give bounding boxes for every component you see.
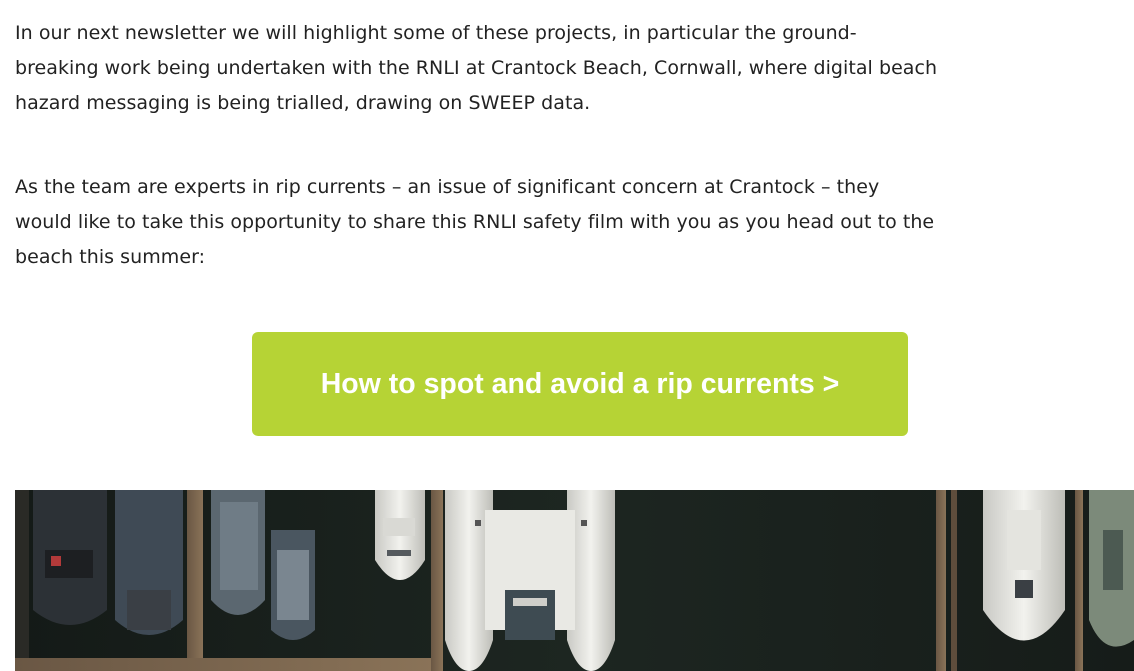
paragraph-line: As the team are experts in rip currents … bbox=[15, 176, 880, 198]
paragraph-line: beach this summer: bbox=[15, 246, 206, 268]
paragraph-line: breaking work being undertaken with the … bbox=[15, 57, 938, 79]
rip-currents-video-button[interactable]: How to spot and avoid a rip currents > bbox=[252, 332, 908, 436]
newsletter-content: In our next newsletter we will highlight… bbox=[0, 0, 1134, 671]
marina-aerial-photo bbox=[15, 490, 1134, 671]
paragraph-next-newsletter: In our next newsletter we will highlight… bbox=[15, 16, 1134, 121]
paragraph-line: hazard messaging is being trialled, draw… bbox=[15, 92, 591, 114]
paragraph-line: In our next newsletter we will highlight… bbox=[15, 22, 857, 44]
paragraph-rip-currents: As the team are experts in rip currents … bbox=[15, 170, 1134, 275]
paragraph-line: would like to take this opportunity to s… bbox=[15, 211, 935, 233]
cta-container: How to spot and avoid a rip currents > bbox=[252, 332, 908, 436]
marina-photo-illustration bbox=[15, 490, 1134, 671]
